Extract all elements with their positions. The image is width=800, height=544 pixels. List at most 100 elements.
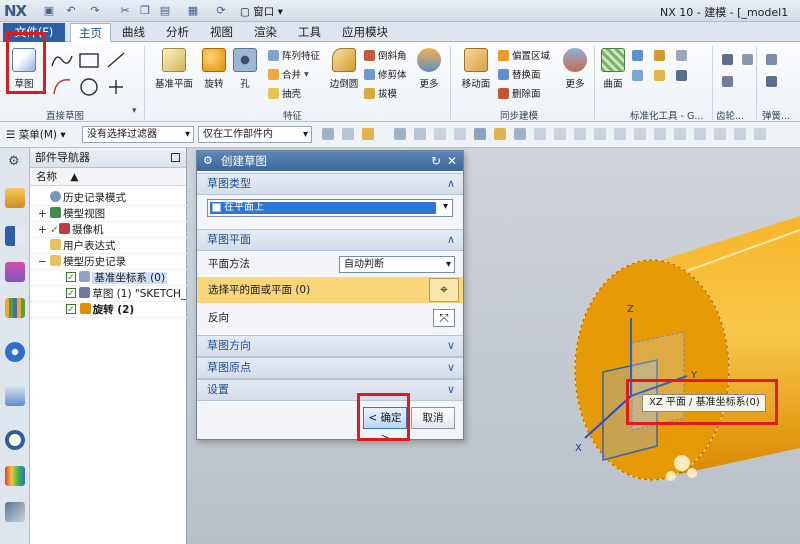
visibility-checkbox[interactable] — [66, 270, 76, 286]
general-selection-icon[interactable] — [322, 128, 334, 140]
menu-button[interactable]: ☰ 菜单(M) ▾ — [6, 127, 66, 142]
process-studio-icon[interactable] — [5, 502, 25, 522]
std-bolt-icon[interactable] — [654, 50, 665, 61]
std-nut-icon[interactable] — [632, 70, 643, 81]
edge-filter-icon[interactable] — [534, 128, 546, 140]
arc-center-icon[interactable] — [594, 128, 606, 140]
intersection-icon[interactable] — [574, 128, 586, 140]
unite-button[interactable]: 合并 ▾ — [268, 67, 309, 81]
offset-region-button[interactable]: 偏置区域 — [498, 48, 550, 62]
crosshair-icon[interactable]: ⌖ — [429, 278, 459, 302]
group-dropdown-icon[interactable]: ▾ — [132, 106, 137, 116]
section-sketch-direction[interactable]: 草图方向 ∨ — [197, 335, 463, 357]
part-navigator-icon[interactable] — [5, 262, 25, 282]
plane-method-select[interactable]: 自动判断 ▾ — [339, 256, 455, 273]
body-filter-icon[interactable] — [494, 128, 506, 140]
pattern-feature-button[interactable]: 阵列特征 — [268, 48, 320, 62]
quadrant-point-icon[interactable] — [614, 128, 626, 140]
visibility-checkbox[interactable] — [66, 302, 76, 318]
reset-icon[interactable]: ↻ — [431, 151, 441, 171]
tab-tools[interactable]: 工具 — [290, 23, 329, 42]
tree-item-model-history[interactable]: − 模型历史记录 — [38, 254, 126, 270]
tree-item-cameras[interactable]: + ✓ 摄像机 — [38, 222, 103, 238]
type-filter-select[interactable]: 没有选择过滤器 ▾ — [82, 126, 194, 143]
gear-mesh-icon[interactable] — [722, 76, 733, 87]
sketch-type-select[interactable]: 在平面上 ▾ — [207, 199, 453, 217]
tree-item-model-views[interactable]: + 模型视图 — [38, 206, 105, 222]
delete-face-button[interactable]: 删除面 — [498, 86, 541, 100]
control-point-icon[interactable] — [554, 128, 566, 140]
tangent-icon[interactable] — [714, 128, 726, 140]
touch-mode-icon[interactable]: ▦ — [186, 4, 200, 18]
surface-button[interactable]: 曲面 — [598, 48, 628, 90]
close-icon[interactable]: ✕ — [447, 151, 457, 171]
select-plane-row[interactable]: 选择平的面或平面 (0) — [197, 277, 463, 303]
tab-render[interactable]: 渲染 — [246, 23, 285, 42]
snap-point-icon[interactable] — [342, 128, 354, 140]
tree-item-history-mode[interactable]: 历史记录模式 — [50, 190, 126, 206]
save-icon[interactable]: ▣ — [42, 4, 56, 18]
more-features-button[interactable]: 更多 — [414, 48, 444, 90]
web-browser-icon[interactable] — [5, 342, 25, 362]
datum-plane-button[interactable]: 基准平面 — [152, 48, 196, 90]
cut-icon[interactable]: ✂ — [118, 4, 132, 18]
tab-curve[interactable]: 曲线 — [114, 23, 153, 42]
clock-icon[interactable] — [5, 430, 25, 450]
tree-item-sketch[interactable]: 草图 (1) "SKETCH_0... — [66, 286, 203, 302]
section-settings[interactable]: 设置 ∨ — [197, 379, 463, 401]
visibility-checkbox[interactable] — [66, 286, 76, 302]
face-filter-icon[interactable] — [514, 128, 526, 140]
window-menu[interactable]: ▢ 窗口 ▾ — [240, 4, 283, 19]
undo-icon[interactable]: ↶ — [64, 4, 78, 18]
replace-face-button[interactable]: 替换面 — [498, 67, 541, 81]
constraint-navigator-icon[interactable] — [5, 226, 25, 246]
gear-icon[interactable]: ⚙ — [203, 151, 213, 171]
tree-item-datum-csys[interactable]: 基准坐标系 (0) — [66, 270, 168, 286]
std-washer-icon[interactable] — [676, 50, 687, 61]
more-sync-button[interactable]: 更多 — [560, 48, 590, 90]
section-sketch-origin[interactable]: 草图原点 ∨ — [197, 357, 463, 379]
chamfer-button[interactable]: 倒斜角 — [364, 48, 407, 62]
move-face-button[interactable]: 移动面 — [456, 48, 496, 90]
history-icon[interactable] — [5, 386, 25, 406]
trim-body-button[interactable]: 修剪体 — [364, 67, 407, 81]
settings-gear-icon[interactable]: ⚙ — [8, 154, 20, 169]
tree-item-revolve[interactable]: 旋转 (2) — [66, 302, 134, 318]
revolve-button[interactable]: 旋转 — [198, 48, 230, 90]
reverse-direction-icon[interactable]: ⤧ — [433, 309, 455, 327]
repeat-command-icon[interactable]: ⟳ — [214, 4, 228, 18]
spring-delete-icon[interactable] — [766, 76, 777, 87]
perpendicular-icon[interactable] — [734, 128, 746, 140]
system-materials-icon[interactable] — [5, 466, 25, 486]
std-pin-icon[interactable] — [654, 70, 665, 81]
cancel-button[interactable]: 取消 — [411, 407, 455, 429]
tab-view[interactable]: 视图 — [202, 23, 241, 42]
reuse-library-icon[interactable] — [5, 298, 25, 318]
pole-icon[interactable] — [694, 128, 706, 140]
select-all-icon[interactable] — [362, 128, 374, 140]
copy-icon[interactable]: ❐ — [138, 4, 152, 18]
gear-tool-icon[interactable] — [722, 54, 733, 65]
face-rule-icon[interactable] — [414, 128, 426, 140]
maximize-icon[interactable] — [171, 153, 180, 162]
shell-button[interactable]: 抽壳 — [268, 86, 301, 100]
curve-rule-icon[interactable] — [394, 128, 406, 140]
paste-icon[interactable]: ▤ — [158, 4, 172, 18]
spring-tool-icon[interactable] — [766, 54, 777, 65]
redo-icon[interactable]: ↷ — [88, 4, 102, 18]
existing-point-icon[interactable] — [634, 128, 646, 140]
point-on-curve-icon[interactable] — [654, 128, 666, 140]
draft-button[interactable]: 拔模 — [364, 86, 397, 100]
section-sketch-type[interactable]: 草图类型 ∧ — [197, 173, 463, 195]
scope-select[interactable]: 仅在工作部件内 ▾ — [198, 126, 312, 143]
tab-applications[interactable]: 应用模块 — [334, 23, 396, 42]
point-on-face-icon[interactable] — [674, 128, 686, 140]
vertex-snap-icon[interactable] — [474, 128, 486, 140]
hole-button[interactable]: 孔 — [230, 48, 260, 90]
endpoint-snap-icon[interactable] — [434, 128, 446, 140]
tab-analysis[interactable]: 分析 — [158, 23, 197, 42]
blend-edge-button[interactable]: 边倒圆 — [326, 48, 362, 90]
midpoint-snap-icon[interactable] — [454, 128, 466, 140]
std-part-icon[interactable] — [632, 50, 643, 61]
gear-modify-icon[interactable] — [742, 54, 753, 65]
